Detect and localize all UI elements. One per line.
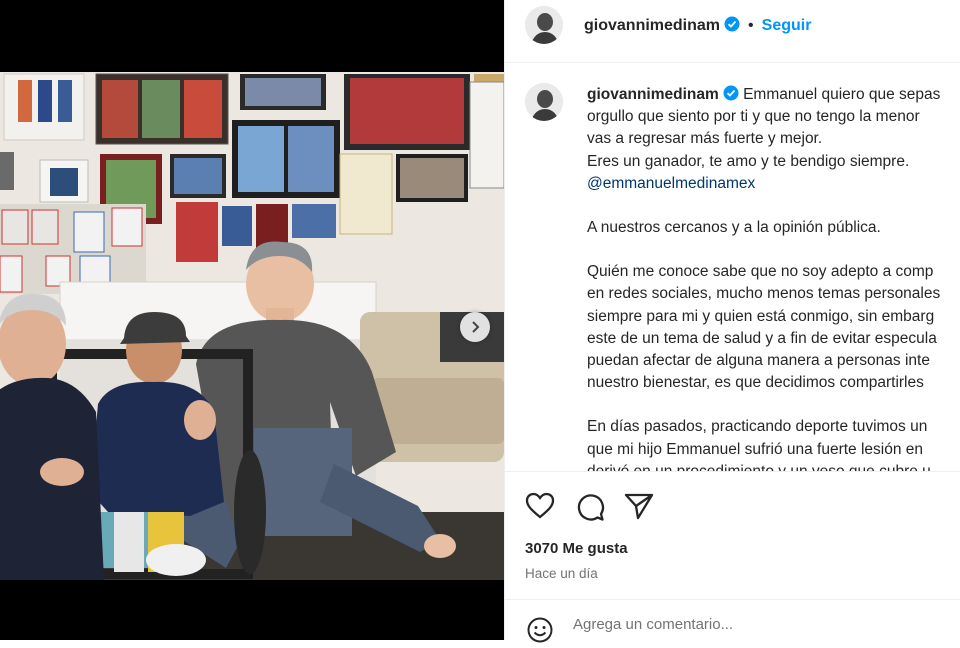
caption-line: A nuestros cercanos y a la opinión públi… (587, 219, 881, 237)
post-side-panel: giovannimedinam • Seguir giovannimedinam E… (504, 0, 960, 643)
caption-line: puedan afectar de alguna manera a person… (587, 352, 930, 370)
header-username[interactable]: giovannimedinam (584, 17, 720, 34)
caption-text: giovannimedinam Emmanuel quiero que sepa… (587, 84, 960, 471)
post-photo[interactable] (0, 72, 504, 580)
caption-line: derivó en un procedimiento y un yeso que… (587, 461, 960, 471)
follow-button[interactable]: Seguir (762, 17, 812, 34)
comment-icon (577, 494, 605, 521)
post-timestamp[interactable]: Hace un día (525, 566, 598, 581)
caption-username[interactable]: giovannimedinam (587, 86, 719, 103)
caption-avatar-image (525, 83, 563, 121)
post-actions: 3070 Me gusta Hace un día (505, 471, 960, 599)
like-button[interactable] (525, 492, 555, 525)
caption-line: Eres un ganador, te amo y te bendigo sie… (587, 152, 910, 170)
share-button[interactable] (624, 492, 654, 525)
comment-bar (505, 599, 960, 643)
caption-line-0: giovannimedinam Emmanuel quiero que sepa… (587, 84, 960, 106)
share-icon (624, 493, 654, 520)
avatar[interactable] (525, 6, 563, 44)
carousel-next-button[interactable] (460, 312, 490, 342)
caption-mention-link[interactable]: @emmanuelmedinamex (587, 173, 960, 195)
post-header: giovannimedinam • Seguir (505, 0, 960, 63)
header-userline: giovannimedinam • Seguir (584, 16, 811, 35)
caption-line: En días pasados, practicando deporte tuv… (587, 418, 928, 436)
comment-input[interactable] (573, 616, 933, 633)
caption-avatar[interactable] (525, 83, 563, 121)
caption-line: nuestro bienestar, es que decidimos comp… (587, 374, 924, 392)
likes-count[interactable]: 3070 Me gusta (525, 540, 628, 557)
emoji-icon (527, 617, 553, 643)
separator-dot: • (748, 17, 754, 34)
caption-line: orgullo que siento por ti y que no tengo… (587, 108, 920, 126)
verified-badge-icon (724, 16, 740, 32)
post-media (0, 0, 504, 640)
chevron-right-icon (472, 321, 480, 333)
caption-line: en redes sociales, mucho menos temas per… (587, 285, 941, 303)
caption-line: Quién me conoce sabe que no soy adepto a… (587, 263, 934, 281)
avatar-image (525, 6, 563, 44)
heart-icon (525, 492, 555, 519)
caption-line: que mi hijo Emmanuel sufrió una fuerte l… (587, 440, 924, 458)
caption-line: este de un tema de salud y a fin de evit… (587, 329, 937, 347)
caption-verified-badge-icon (723, 85, 739, 101)
caption-line: vas a regresar más fuerte y mejor. (587, 130, 823, 148)
comment-button[interactable] (575, 492, 605, 527)
emoji-button[interactable] (527, 617, 553, 648)
photo-illustration (0, 72, 504, 580)
caption-line: siempre para mi y quien está conmigo, si… (587, 307, 935, 325)
caption-line-text: Emmanuel quiero que sepas (743, 86, 941, 103)
caption-area: giovannimedinam Emmanuel quiero que sepa… (505, 64, 960, 471)
